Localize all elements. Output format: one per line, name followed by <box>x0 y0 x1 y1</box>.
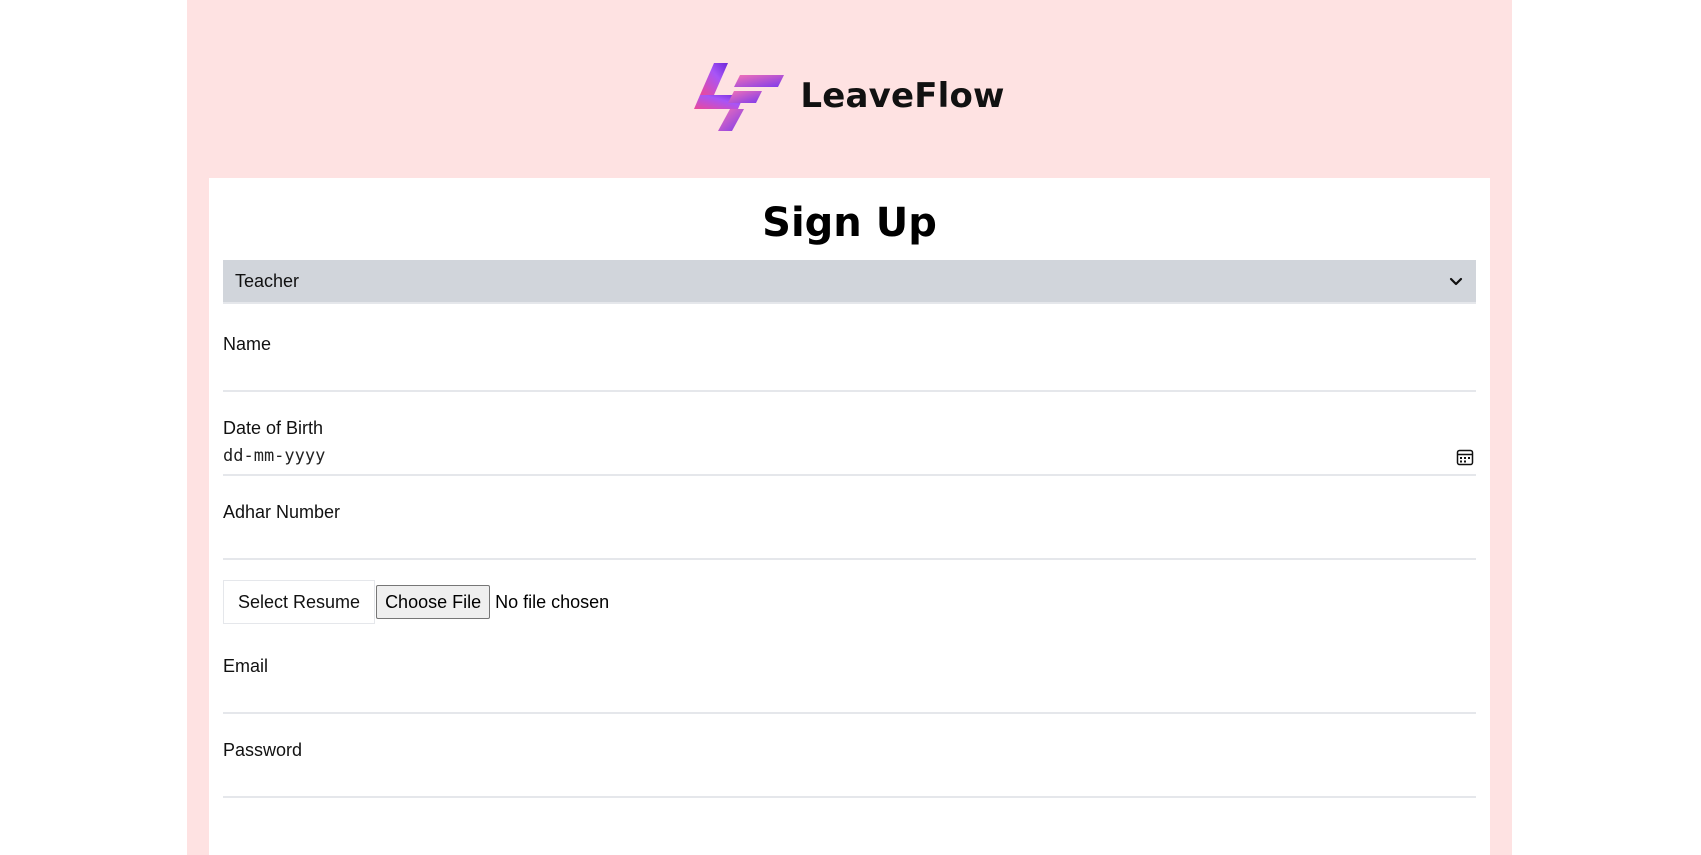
calendar-icon[interactable] <box>1456 448 1474 466</box>
brand-header: LeaveFlow <box>187 56 1512 136</box>
dob-input[interactable]: dd-mm-yyyy <box>223 446 1476 470</box>
resume-upload: Select Resume Choose File No file chosen <box>223 580 609 624</box>
leaveflow-logo-icon <box>694 63 785 131</box>
password-label: Password <box>223 740 303 760</box>
adhar-field[interactable]: Adhar Number <box>223 502 1476 560</box>
email-label: Email <box>223 656 269 676</box>
email-input[interactable] <box>223 684 1476 708</box>
dob-label: Date of Birth <box>223 418 324 438</box>
role-select-value: Teacher <box>235 270 300 291</box>
adhar-label: Adhar Number <box>223 502 341 522</box>
choose-file-button[interactable]: Choose File <box>376 585 491 619</box>
password-input[interactable] <box>223 768 1476 792</box>
name-label: Name <box>223 334 272 354</box>
name-input[interactable] <box>223 362 1476 386</box>
chevron-down-icon <box>1449 277 1463 286</box>
name-field[interactable]: Name <box>223 334 1476 392</box>
brand-name: LeaveFlow <box>800 76 1005 116</box>
role-select[interactable]: Teacher <box>223 260 1476 304</box>
email-field[interactable]: Email <box>223 656 1476 714</box>
resume-label: Select Resume <box>223 580 376 624</box>
signup-card: Sign Up Teacher Name Date of Birth dd-mm… <box>209 178 1490 855</box>
adhar-input[interactable] <box>223 530 1476 554</box>
dob-field[interactable]: Date of Birth dd-mm-yyyy <box>223 418 1476 476</box>
file-status: No file chosen <box>495 591 610 612</box>
page-background: LeaveFlow Sign Up Teacher Name Date of B… <box>187 0 1512 855</box>
page-title: Sign Up <box>762 200 937 246</box>
password-field[interactable]: Password <box>223 740 1476 798</box>
